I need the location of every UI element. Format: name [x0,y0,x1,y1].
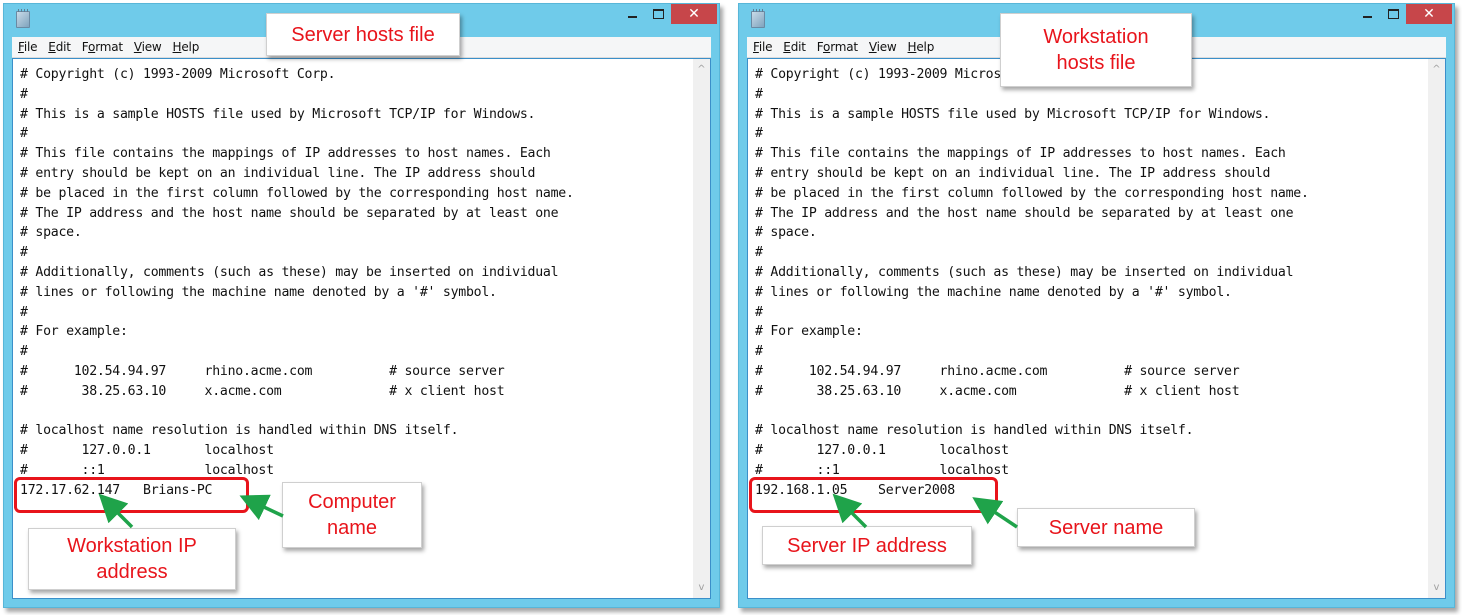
text-line: # be placed in the first column followed… [20,185,574,201]
text-line: # This is a sample HOSTS file used by Mi… [755,106,1271,122]
text-line: # Additionally, comments (such as these)… [20,264,559,280]
menu-file[interactable]: File [18,40,38,54]
text-line: # [755,126,763,142]
menu-edit[interactable]: Edit [783,40,806,54]
text-line [755,402,1421,422]
text-line: # 127.0.0.1 localhost [755,443,1009,459]
callout-server-ip: Server IP address [762,526,972,565]
text-line: # space. [20,225,82,241]
text-line: # [755,245,763,261]
minimize-button[interactable] [1354,4,1380,24]
text-line: # This file contains the mappings of IP … [755,146,1286,162]
text-line: # [20,86,28,102]
close-button[interactable]: ✕ [671,4,717,24]
text-line: # [755,344,763,360]
callout-server-hosts-file: Server hosts file [266,13,460,56]
vertical-scrollbar[interactable]: ^ v [1428,59,1445,598]
text-line: # Additionally, comments (such as these)… [755,264,1294,280]
text-line: # [20,344,28,360]
minimize-icon [1362,16,1372,18]
vertical-scrollbar[interactable]: ^ v [693,59,710,598]
maximize-icon [1387,9,1399,19]
text-line: # For example: [20,324,128,340]
maximize-button[interactable] [645,4,671,24]
text-line: # 127.0.0.1 localhost [20,443,274,459]
menu-file[interactable]: File [753,40,773,54]
scroll-up-icon[interactable]: ^ [693,61,710,78]
text-line: # [755,304,763,320]
menu-format[interactable]: Format [817,40,858,54]
notepad-app-icon[interactable] [751,9,765,28]
maximize-icon [652,9,664,19]
text-line: # [755,86,763,102]
text-line: # 102.54.94.97 rhino.acme.com # source s… [755,363,1240,379]
notepad-app-icon[interactable] [16,9,30,28]
text-line: # This is a sample HOSTS file used by Mi… [20,106,536,122]
callout-workstation-hosts-file: Workstation hosts file [1000,13,1192,87]
highlight-host-entry-workstation [749,477,998,513]
scroll-up-icon[interactable]: ^ [1428,61,1445,78]
close-icon: ✕ [688,6,700,22]
menu-view[interactable]: View [134,40,162,54]
text-line: # For example: [755,324,863,340]
text-line: # 102.54.94.97 rhino.acme.com # source s… [20,363,505,379]
menu-help[interactable]: Help [173,40,200,54]
text-line: # be placed in the first column followed… [755,185,1309,201]
highlight-host-entry-server [14,477,249,513]
text-line: # lines or following the machine name de… [20,284,497,300]
text-line: # Copyright (c) 1993-2009 Microsoft Corp… [20,67,336,82]
callout-computer-name: Computer name [282,482,422,548]
text-line: # The IP address and the host name shoul… [20,205,559,221]
text-line: # entry should be kept on an individual … [20,165,536,181]
text-line: # This file contains the mappings of IP … [20,146,551,162]
text-line: # space. [755,225,817,241]
maximize-button[interactable] [1380,4,1406,24]
text-line: # The IP address and the host name shoul… [755,205,1294,221]
text-line: # 38.25.63.10 x.acme.com # x client host [755,383,1240,399]
callout-server-name: Server name [1017,508,1195,547]
close-icon: ✕ [1423,6,1435,22]
minimize-button[interactable] [619,4,645,24]
menu-format[interactable]: Format [82,40,123,54]
close-button[interactable]: ✕ [1406,4,1452,24]
text-line: # localhost name resolution is handled w… [20,423,459,439]
text-line: # [20,304,28,320]
text-line: # localhost name resolution is handled w… [755,423,1194,439]
menu-edit[interactable]: Edit [48,40,71,54]
callout-workstation-ip: Workstation IP address [28,528,236,590]
menu-help[interactable]: Help [908,40,935,54]
text-line: # [20,126,28,142]
scroll-down-icon[interactable]: v [1428,579,1445,596]
text-line: # lines or following the machine name de… [755,284,1232,300]
text-line: # 38.25.63.10 x.acme.com # x client host [20,383,505,399]
scroll-down-icon[interactable]: v [693,579,710,596]
text-line: # entry should be kept on an individual … [755,165,1271,181]
text-line: # [20,245,28,261]
text-line [20,402,686,422]
minimize-icon [627,16,637,18]
menu-view[interactable]: View [869,40,897,54]
